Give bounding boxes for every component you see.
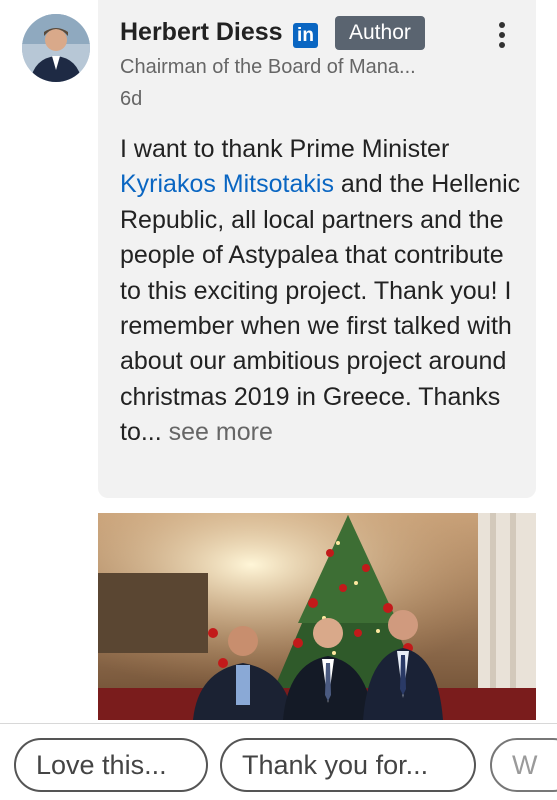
body-text-start: I want to thank Prime Minister [120, 135, 450, 163]
post-time: 6d [120, 88, 143, 110]
suggestion-partial[interactable]: W [490, 738, 557, 792]
post-body: I want to thank Prime Minister Kyriakos … [120, 132, 530, 451]
author-badge: Author [335, 16, 425, 50]
avatar[interactable] [22, 14, 90, 82]
post-photo[interactable] [98, 513, 536, 720]
suggestion-thank-you[interactable]: Thank you for... [220, 738, 476, 792]
linkedin-icon: in [293, 23, 318, 48]
body-text-rest: and the Hellenic Republic, all local par… [120, 170, 521, 447]
author-name[interactable]: Herbert Diess [120, 18, 283, 47]
suggestion-love-this[interactable]: Love this... [14, 738, 208, 792]
author-headline: Chairman of the Board of Mana... [120, 56, 416, 78]
see-more-link[interactable]: see more [162, 418, 273, 446]
ellipsis: ... [140, 418, 162, 447]
divider [0, 723, 557, 724]
kebab-menu-icon[interactable] [492, 22, 512, 52]
mention-link[interactable]: Kyriakos Mitsotakis [120, 170, 334, 198]
